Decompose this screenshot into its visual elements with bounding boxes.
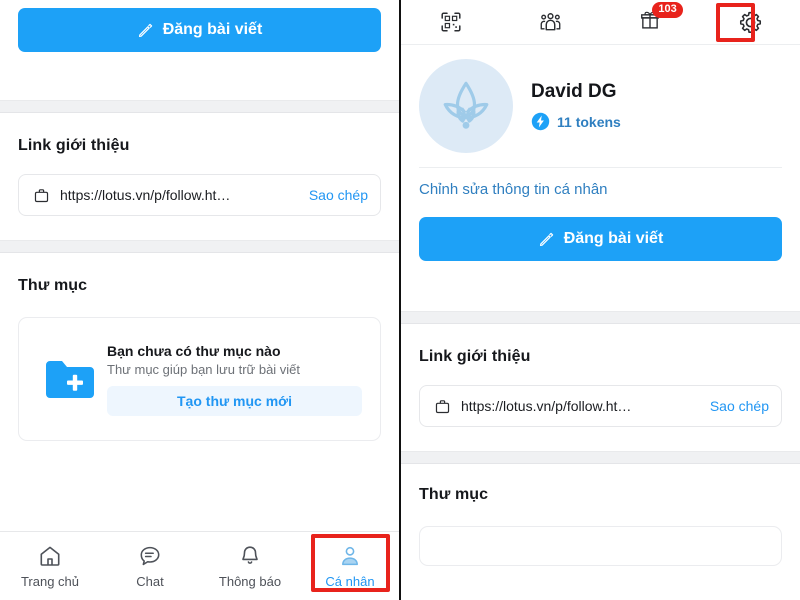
- left-section-divider-1: [0, 100, 399, 113]
- profile-identity: David DG 11 tokens: [531, 81, 621, 131]
- gifts-button[interactable]: 103: [601, 0, 701, 44]
- bottom-navigation-bar: Trang chủ Chat Thông báo Cá nhân: [0, 531, 399, 600]
- referral-link-url: https://lotus.vn/p/follow.ht…: [60, 187, 231, 203]
- nav-item-chat-label: Chat: [136, 573, 164, 589]
- folder-plus-icon: [46, 361, 94, 398]
- right-link-section: Link giới thiệu https://lotus.vn/p/follo…: [401, 324, 800, 427]
- token-balance: 11 tokens: [531, 112, 621, 131]
- profile-name: David DG: [531, 81, 617, 102]
- right-phone-panel: 103 David DG 11 tokens Chỉnh sửa thông t…: [401, 0, 800, 600]
- left-spacer-2: [0, 216, 399, 240]
- right-spacer-1: [401, 261, 800, 311]
- nav-item-home-label: Trang chủ: [20, 573, 80, 589]
- create-folder-button[interactable]: Tạo thư mục mới: [107, 385, 362, 416]
- pencil-icon: [138, 23, 152, 37]
- link-section-title-right: Link giới thiệu: [419, 348, 531, 365]
- bell-icon: [242, 545, 258, 564]
- left-phone-panel: Đăng bài viết Link giới thiệu https://lo…: [0, 0, 401, 600]
- referral-link-url-right: https://lotus.vn/p/follow.ht…: [461, 398, 632, 414]
- link-section-title: Link giới thiệu: [18, 137, 130, 154]
- copy-link-button[interactable]: Sao chép: [305, 187, 368, 203]
- left-post-button-area: Đăng bài viết: [0, 0, 399, 52]
- briefcase-icon: [34, 188, 49, 202]
- lotus-logo-icon: [443, 81, 489, 129]
- gear-icon: [739, 11, 761, 33]
- gift-wrap: 103: [639, 1, 683, 36]
- empty-folder-subtitle: Thư mục giúp bạn lưu trữ bài viết: [107, 361, 301, 377]
- folder-icon-wrap: [33, 355, 107, 403]
- left-folder-section: Thư mục Bạn chưa có thư mục nào Thư mục …: [0, 253, 399, 441]
- person-icon: [342, 546, 358, 565]
- nav-item-profile[interactable]: Cá nhân: [300, 532, 399, 600]
- right-section-divider-2: [401, 451, 800, 464]
- right-post-button-area: Đăng bài viết: [401, 199, 800, 261]
- post-article-button-label: Đăng bài viết: [162, 21, 263, 38]
- token-balance-label: 11 tokens: [557, 113, 621, 130]
- briefcase-icon: [435, 399, 450, 413]
- chat-bubble-icon: [140, 546, 160, 565]
- folder-section-title-right: Thư mục: [419, 486, 489, 503]
- screenshot-root: Đăng bài viết Link giới thiệu https://lo…: [0, 0, 800, 600]
- nav-item-chat[interactable]: Chat: [100, 532, 200, 600]
- profile-header: David DG 11 tokens: [401, 45, 800, 153]
- nav-item-notifications[interactable]: Thông báo: [200, 532, 300, 600]
- left-link-section: Link giới thiệu https://lotus.vn/p/follo…: [0, 113, 399, 216]
- lightning-bolt-icon: [531, 112, 550, 131]
- pencil-icon: [539, 232, 553, 246]
- left-spacer-1: [0, 52, 399, 100]
- edit-profile-link[interactable]: Chỉnh sửa thông tin cá nhân: [419, 181, 608, 198]
- empty-folder-title: Bạn chưa có thư mục nào: [107, 342, 281, 359]
- nav-item-home[interactable]: Trang chủ: [0, 532, 100, 600]
- copy-link-button-right[interactable]: Sao chép: [706, 398, 769, 414]
- left-section-divider-2: [0, 240, 399, 253]
- qr-scan-icon: [441, 12, 461, 32]
- right-folder-section: Thư mục: [401, 464, 800, 566]
- edit-profile-row: Chỉnh sửa thông tin cá nhân: [419, 167, 782, 199]
- referral-link-field-right[interactable]: https://lotus.vn/p/follow.ht… Sao chép: [419, 385, 782, 427]
- nav-item-profile-label: Cá nhân: [325, 573, 375, 589]
- avatar[interactable]: [419, 59, 513, 153]
- profile-top-bar: 103: [401, 0, 800, 45]
- nav-item-notifications-label: Thông báo: [218, 573, 282, 589]
- folder-card-body: Bạn chưa có thư mục nào Thư mục giúp bạn…: [107, 343, 362, 416]
- post-article-button-right-label: Đăng bài viết: [563, 230, 664, 247]
- qr-scan-button[interactable]: [401, 0, 501, 44]
- right-section-divider-1: [401, 311, 800, 324]
- empty-folder-card: Bạn chưa có thư mục nào Thư mục giúp bạn…: [18, 317, 381, 441]
- right-spacer-2: [401, 427, 800, 451]
- people-group-icon: [540, 12, 561, 30]
- folder-section-title: Thư mục: [18, 277, 88, 294]
- post-article-button[interactable]: Đăng bài viết: [18, 8, 381, 52]
- referral-link-field[interactable]: https://lotus.vn/p/follow.ht… Sao chép: [18, 174, 381, 216]
- settings-button[interactable]: [700, 0, 800, 44]
- home-icon: [40, 546, 60, 566]
- gift-badge-count: 103: [652, 1, 683, 18]
- friends-group-button[interactable]: [501, 0, 601, 44]
- post-article-button-right[interactable]: Đăng bài viết: [419, 217, 782, 261]
- folder-card-partial: [419, 526, 782, 566]
